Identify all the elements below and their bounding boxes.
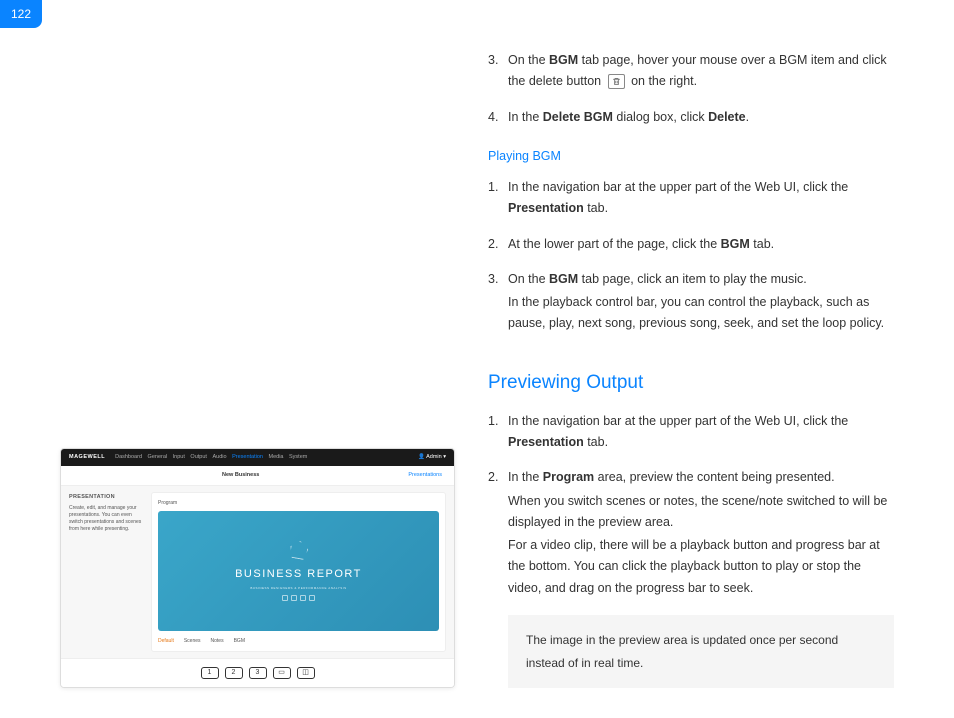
left-column: MAGEWELL Dashboard General Input Output … (60, 50, 460, 688)
note-box: The image in the preview area is updated… (508, 615, 894, 689)
list-item: 3. On the BGM tab page, hover your mouse… (488, 50, 894, 95)
footer-btn-split-icon: ◫ (297, 667, 315, 679)
step-list-playing-bgm: 1. In the navigation bar at the upper pa… (488, 177, 894, 337)
list-item: 2. At the lower part of the page, click … (488, 234, 894, 257)
nav-presentation: Presentation (232, 454, 263, 460)
step-number: 4. (488, 107, 508, 130)
step-number: 3. (488, 50, 508, 95)
step-number: 1. (488, 177, 508, 222)
footer-btn-2: 2 (225, 667, 243, 679)
mock-subheader: New Business Presentations (61, 466, 454, 486)
step-text: In the Delete BGM dialog box, click Dele… (508, 107, 894, 130)
nav-system: System (289, 454, 307, 460)
footer-btn-screen-icon: ▭ (273, 667, 291, 679)
tab-default: Default (158, 637, 174, 646)
mock-body: PRESENTATION Create, edit, and manage yo… (61, 486, 454, 658)
step-text: On the BGM tab page, hover your mouse ov… (508, 50, 894, 95)
step-number: 2. (488, 234, 508, 257)
mock-footer: 1 2 3 ▭ ◫ (61, 658, 454, 687)
section-playing-bgm-title: Playing BGM (488, 146, 894, 167)
nav-general: General (148, 454, 168, 460)
mock-preview: BUSINESS REPORT BUSINESS DESIGNERS & PER… (158, 511, 439, 631)
footer-btn-3: 3 (249, 667, 267, 679)
step-number: 2. (488, 467, 508, 601)
list-item: 1. In the navigation bar at the upper pa… (488, 177, 894, 222)
mock-side-title: PRESENTATION (69, 494, 143, 502)
step-number: 1. (488, 411, 508, 456)
step-list-delete-bgm-cont: 3. On the BGM tab page, hover your mouse… (488, 50, 894, 130)
mock-topbar: MAGEWELL Dashboard General Input Output … (61, 449, 454, 466)
preview-subtitle: BUSINESS DESIGNERS & PERFORMANCE ANALYSI… (250, 586, 346, 591)
list-item: 3. On the BGM tab page, click an item to… (488, 269, 894, 337)
tab-scenes: Scenes (184, 637, 201, 646)
list-item: 4. In the Delete BGM dialog box, click D… (488, 107, 894, 130)
mock-main: Program BUSINESS REPORT BUSINESS DESIGNE… (151, 492, 446, 652)
nav-audio: Audio (212, 454, 226, 460)
nav-output: Output (190, 454, 207, 460)
step-text: In the navigation bar at the upper part … (508, 411, 894, 456)
mock-admin: 👤 Admin ▾ (418, 453, 446, 462)
nav-media: Media (269, 454, 284, 460)
nav-input: Input (173, 454, 185, 460)
pentagon-icon (288, 540, 309, 561)
step-number: 3. (488, 269, 508, 337)
step-text: In the navigation bar at the upper part … (508, 177, 894, 222)
mock-logo: MAGEWELL (69, 453, 105, 462)
mock-program-label: Program (158, 499, 439, 508)
tab-bgm: BGM (234, 637, 245, 646)
preview-social-icons (282, 595, 315, 601)
page-number-badge: 122 (0, 0, 42, 28)
list-item: 1. In the navigation bar at the upper pa… (488, 411, 894, 456)
preview-title: BUSINESS REPORT (235, 565, 362, 584)
step-text: On the BGM tab page, click an item to pl… (508, 269, 894, 337)
mock-sub-title: New Business (222, 471, 259, 480)
mock-tabs: Default Scenes Notes BGM (158, 637, 439, 646)
footer-btn-1: 1 (201, 667, 219, 679)
mock-nav: Dashboard General Input Output Audio Pre… (113, 453, 309, 462)
section-previewing-output-heading: Previewing Output (488, 367, 894, 399)
step-text: In the Program area, preview the content… (508, 467, 894, 601)
nav-dashboard: Dashboard (115, 454, 142, 460)
mock-sidebar: PRESENTATION Create, edit, and manage yo… (61, 486, 151, 658)
tab-notes: Notes (211, 637, 224, 646)
ui-screenshot-mock: MAGEWELL Dashboard General Input Output … (60, 448, 455, 689)
trash-icon (608, 74, 625, 89)
step-list-previewing-output: 1. In the navigation bar at the upper pa… (488, 411, 894, 601)
right-column: 3. On the BGM tab page, hover your mouse… (488, 50, 894, 688)
mock-sub-link: Presentations (408, 471, 442, 480)
step-text: At the lower part of the page, click the… (508, 234, 894, 257)
page-content: MAGEWELL Dashboard General Input Output … (0, 0, 954, 718)
list-item: 2. In the Program area, preview the cont… (488, 467, 894, 601)
mock-side-text: Create, edit, and manage your presentati… (69, 505, 143, 533)
